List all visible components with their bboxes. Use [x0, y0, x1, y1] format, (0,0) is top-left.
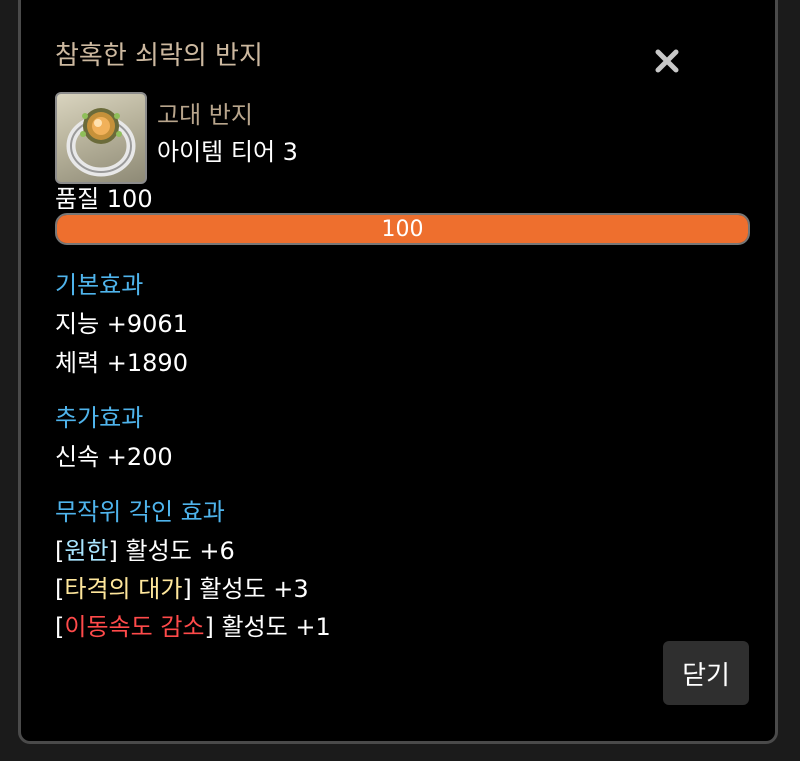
- quality-bar: 100: [55, 213, 750, 245]
- engraving-line: [타격의 대가] 활성도 +3: [55, 569, 309, 604]
- item-tier: 아이템 티어 3: [157, 138, 298, 166]
- engraving-activation: 활성도 +3: [191, 575, 309, 603]
- engraving-name: 이동속도 감소: [64, 613, 205, 641]
- bracket-close: ]: [182, 575, 192, 603]
- bracket-open: [: [55, 537, 65, 565]
- bracket-close: ]: [204, 613, 214, 641]
- bracket-close: ]: [108, 537, 118, 565]
- engraving-line: [원한] 활성도 +6: [55, 531, 235, 566]
- item-name: 참혹한 쇠락의 반지: [55, 41, 263, 71]
- engraving-activation: 활성도 +1: [213, 613, 331, 641]
- basic-effect-line: 지능 +9061: [55, 310, 188, 338]
- bracket-open: [: [55, 575, 65, 603]
- extra-effect-heading: 추가효과: [55, 404, 144, 432]
- quality-label: 품질 100: [55, 185, 153, 213]
- basic-effect-line: 체력 +1890: [55, 349, 188, 377]
- random-engraving-heading: 무작위 각인 효과: [55, 498, 225, 526]
- close-button[interactable]: 닫기: [663, 641, 749, 705]
- item-type: 고대 반지: [157, 101, 253, 129]
- engraving-name: 타격의 대가: [64, 575, 183, 603]
- item-tooltip-dialog: 참혹한 쇠락의 반지 고대 반지 아이템 티어 3 품질 100 100 기본효…: [18, 0, 778, 744]
- extra-effect-line: 신속 +200: [55, 443, 173, 471]
- engraving-name: 원한: [64, 537, 109, 565]
- bracket-open: [: [55, 613, 65, 641]
- engraving-activation: 활성도 +6: [117, 537, 235, 565]
- quality-bar-value: 100: [381, 216, 424, 242]
- close-icon[interactable]: [653, 47, 681, 75]
- ring-icon: [55, 92, 147, 184]
- engraving-line: [이동속도 감소] 활성도 +1: [55, 607, 331, 642]
- basic-effect-heading: 기본효과: [55, 271, 144, 299]
